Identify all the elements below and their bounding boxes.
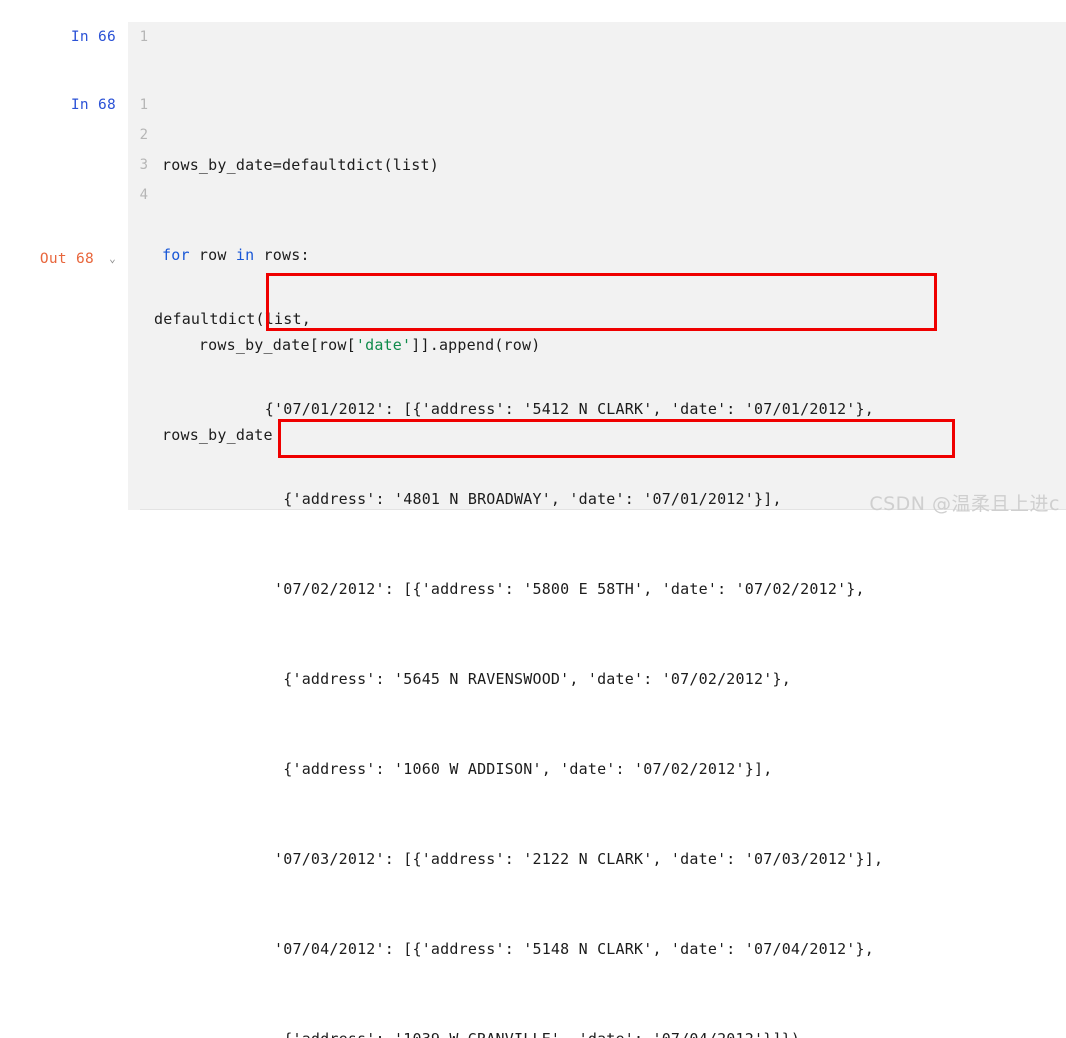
- line-number: 1: [139, 97, 148, 113]
- cell-output-text: defaultdict(list, {'07/01/2012': [{'addr…: [128, 244, 1066, 1038]
- prompt-number: 68: [75, 251, 94, 267]
- prompt-number: 66: [97, 29, 116, 45]
- output-line: '07/03/2012': [{'address': '2122 N CLARK…: [154, 850, 884, 868]
- cell-prompt-in-66: In 66: [0, 22, 128, 52]
- output-line: '07/04/2012': [{'address': '5148 N CLARK…: [154, 940, 874, 958]
- prompt-label: Out: [39, 251, 67, 267]
- prompt-number: 68: [97, 97, 116, 113]
- line-number: 1: [139, 29, 148, 45]
- output-line: {'address': '1039 W GRANVILLE', 'date': …: [154, 1024, 1066, 1038]
- cell-prompt-in-68: In 68: [0, 90, 128, 120]
- output-line: '07/02/2012': [{'address': '5800 E 58TH'…: [154, 580, 865, 598]
- output-line: defaultdict(list,: [154, 310, 311, 328]
- prompt-label: In: [70, 97, 89, 113]
- csdn-watermark: CSDN @温柔且上进c: [869, 493, 1060, 515]
- output-line: {'address': '1060 W ADDISON', 'date': '0…: [154, 760, 773, 778]
- code-token-text: rows_by_date=defaultdict(list): [162, 156, 439, 174]
- line-number: 3: [139, 157, 148, 173]
- line-number: 4: [139, 187, 148, 203]
- line-number: 2: [139, 127, 148, 143]
- code-line: rows_by_date=defaultdict(list): [162, 150, 1066, 180]
- output-line: {'07/01/2012': [{'address': '5412 N CLAR…: [154, 400, 874, 418]
- notebook-cell-out-68: Out 68 ⌄ defaultdict(list, {'07/01/2012':…: [0, 244, 1066, 1038]
- prompt-label: In: [70, 29, 89, 45]
- cell-prompt-out-68: Out 68 ⌄: [0, 244, 128, 274]
- chevron-down-icon[interactable]: ⌄: [103, 244, 116, 274]
- output-line: {'address': '5645 N RAVENSWOOD', 'date':…: [154, 670, 791, 688]
